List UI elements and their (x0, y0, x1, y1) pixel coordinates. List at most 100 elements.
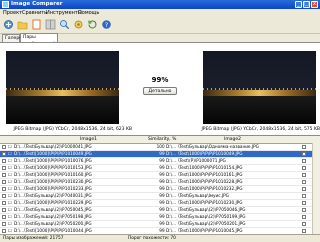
settings-icon[interactable] (73, 19, 84, 30)
image1-path: D:\...\Test\Бульвар\(2)\P7050198.JPG (14, 214, 92, 219)
image1-path: D:\...\Test\Бульвар\(2)\P7050045.JPG (14, 207, 92, 212)
row-icon: ☐ (8, 172, 12, 177)
row-mark-checkbox[interactable] (302, 201, 306, 205)
table-row[interactable]: ☐ D:\...\Test\[1000]\P\P\P\P1010229.JPG 99… (0, 200, 320, 207)
refresh-icon[interactable] (87, 19, 98, 30)
menu-tools[interactable]: Инструменты (46, 10, 82, 16)
new-icon[interactable] (31, 19, 42, 30)
table-row[interactable]: ☐ D:\...\Test\Бульвар\(2)\P7040031.JPG 99 … (0, 193, 320, 200)
image2-path: \Test\Бульвар\Iмуис.JPG (178, 193, 229, 198)
row-checkbox[interactable] (2, 222, 6, 226)
row-icon: ☐ (8, 207, 12, 212)
row-checkbox[interactable] (2, 201, 6, 205)
help-icon[interactable]: ? (101, 19, 112, 30)
row-checkbox[interactable] (2, 173, 6, 177)
row-mark-checkbox[interactable] (302, 229, 306, 233)
image2-path: \Test\Бульвар\(2)\P7050199.JPG (178, 214, 246, 219)
row-checkbox[interactable] (2, 187, 6, 191)
row-checkbox[interactable] (2, 229, 6, 233)
row-checkbox[interactable] (2, 215, 6, 219)
image1-path: D:\...\Test\[1000]\P\P\P\P1010230.JPG (14, 179, 92, 184)
similarity-value: 99 D:\... (159, 200, 176, 205)
row-icon: ☐ (8, 214, 12, 219)
row-mark-checkbox[interactable] (302, 208, 306, 212)
table-header: Image1 Similarity, % Image2 (0, 136, 320, 144)
table-scrollbar[interactable] (312, 143, 320, 235)
row-checkbox[interactable] (2, 208, 6, 212)
row-mark-checkbox[interactable] (302, 173, 306, 177)
table-row[interactable]: ☐ D:\...\Test\Бульвар\(2)\P7050200.JPG 99 … (0, 221, 320, 228)
similarity-value: 99 D:\... (159, 214, 176, 219)
maximize-button[interactable]: □ (303, 1, 310, 8)
row-checkbox[interactable] (2, 152, 6, 156)
similarity-value: 99 D:\... (159, 172, 176, 177)
row-mark-checkbox[interactable] (302, 145, 306, 149)
image1-path: D:\...\Test\Бульвар\(2)\P1000041.JPG (14, 144, 92, 149)
image2-path: \Test\1000\P\P\P\P1010228.JPG (178, 179, 243, 184)
similarity-value: 99 D:\... (159, 207, 176, 212)
image2-info: JPEG Bitmap (JPG) YCbCr, 2048x1536, 24 b… (201, 127, 320, 132)
table-row[interactable]: ☐ D:\...\Test\[1000]\P\P\P\P1010049.JPG 99… (0, 151, 320, 158)
preview-panel: 99% Детально JPEG Bitmap (JPG) YCbCr, 20… (0, 42, 320, 136)
table-row[interactable]: ☐ D:\...\Test\Бульвар\(2)\P7050045.JPG 99 … (0, 207, 320, 214)
image1-path: D:\...\Test\[1000]\P\P\P\P1010160.JPG (14, 172, 92, 177)
row-mark-checkbox[interactable] (302, 159, 306, 163)
image1-path: D:\...\Test\[1000]\P\P\P\P1010229.JPG (14, 200, 92, 205)
minimize-button[interactable]: _ (295, 1, 302, 8)
details-button[interactable]: Детально (143, 87, 177, 95)
row-checkbox[interactable] (2, 159, 6, 163)
similarity-value: 99 D:\... (159, 179, 176, 184)
tab-gallery[interactable]: Галерея (2, 34, 25, 42)
image2-path: \Test\1000\P\P\P\P1010049.JPG (178, 151, 243, 156)
table-row[interactable]: ☐ D:\...\Test\[1000]\P\P\P\P1010160.JPG 99… (0, 172, 320, 179)
folder-icon[interactable] (17, 19, 28, 30)
row-mark-checkbox[interactable] (302, 215, 306, 219)
row-icon: ☐ (8, 158, 12, 163)
table-row[interactable]: ☐ D:\...\Test\[1000]\P\P\P\P1010076.JPG 99… (0, 158, 320, 165)
image2-path: \Test\Бульвар\(2)\P7050201.JPG (178, 221, 246, 226)
menu-compare[interactable]: Сравнить (22, 10, 47, 16)
menu-project[interactable]: Проект (3, 10, 22, 16)
similarity-value: 99 D:\... (159, 165, 176, 170)
table-row[interactable]: ☐ D:\...\Test\[1000]\P\P\P\P1010153.JPG 99… (0, 165, 320, 172)
similarity-value: 100 D:\... (156, 144, 176, 149)
compare-icon[interactable] (45, 19, 56, 30)
row-icon: ☐ (8, 186, 12, 191)
similarity-value: 99 D:\... (159, 151, 176, 156)
table-row[interactable]: ☐ D:\...\Test\[1000]\P\P\P\P1010230.JPG 99… (0, 179, 320, 186)
table-row[interactable]: ☐ D:\...\Test\Бульвар\(2)\P7050198.JPG 99 … (0, 214, 320, 221)
row-checkbox[interactable] (2, 166, 6, 170)
image2-preview (203, 51, 316, 124)
zoom-icon[interactable] (59, 19, 70, 30)
row-mark-checkbox[interactable] (302, 166, 306, 170)
column-similarity[interactable]: Similarity, % (148, 137, 176, 142)
table-row[interactable]: ☐ D:\...\Test\Бульвар\(2)\P1000041.JPG 100… (0, 144, 320, 151)
column-image2[interactable]: Image2 (224, 137, 241, 142)
tab-image-pairs[interactable]: Пары изображений (20, 33, 58, 47)
image2-path: \Test\1000\P\P\P\P1010154.JPG (178, 165, 243, 170)
row-checkbox[interactable] (2, 145, 6, 149)
close-button[interactable]: x (311, 1, 318, 8)
column-image1[interactable]: Image1 (80, 137, 97, 142)
row-checkbox[interactable] (2, 194, 6, 198)
row-mark-checkbox[interactable] (302, 180, 306, 184)
row-icon: ☐ (8, 179, 12, 184)
row-mark-checkbox[interactable] (302, 187, 306, 191)
row-mark-checkbox[interactable] (302, 152, 306, 156)
tab-strip: Галерея Пары изображений (0, 33, 320, 47)
row-icon: ☐ (8, 200, 12, 205)
image1-path: D:\...\Test\[1000]\P\P\P\P1010049.JPG (14, 151, 92, 156)
row-icon: ☐ (8, 165, 12, 170)
table-row[interactable]: ☐ D:\...\Test\[1000]\P\P\P\P1010233.JPG 99… (0, 186, 320, 193)
similarity-value: 99 D:\... (159, 186, 176, 191)
add-icon[interactable] (3, 19, 14, 30)
row-checkbox[interactable] (2, 180, 6, 184)
image1-path: D:\...\Test\[1000]\P\P\P\P1010233.JPG (14, 186, 92, 191)
similarity-value: 99 D:\... (159, 158, 176, 163)
menu-bar: Проект Сравнить Инструменты Помощь (0, 9, 320, 17)
image1-info: JPEG Bitmap (JPG) YCbCr, 2048x1536, 24 b… (13, 127, 132, 132)
row-mark-checkbox[interactable] (302, 222, 306, 226)
menu-help[interactable]: Помощь (78, 10, 99, 16)
window-title: Image Comparer (11, 1, 63, 7)
row-mark-checkbox[interactable] (302, 194, 306, 198)
